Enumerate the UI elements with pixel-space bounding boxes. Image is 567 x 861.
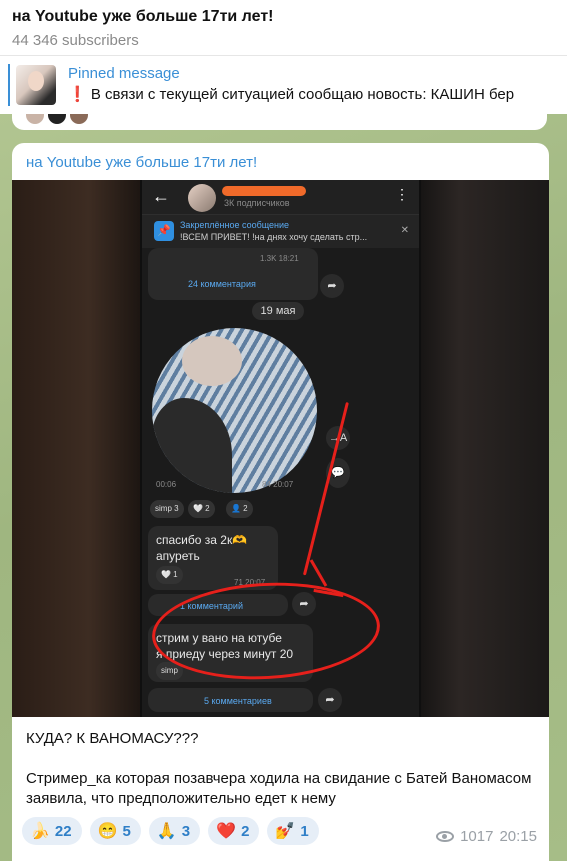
reaction-chip[interactable]: 🙏 3 (148, 817, 201, 845)
screenshot-comments: 5 комментариев (204, 696, 272, 706)
reaction-count: 2 (241, 822, 250, 840)
nail-polish-icon: 💅 (275, 823, 296, 840)
screenshot-pinned-text: !ВСЕМ ПРИВЕТ! !на днях хочу сделать стр.… (180, 232, 368, 242)
video-duration: 00:06 (156, 480, 177, 489)
video-meta: 84 20:07 (262, 480, 294, 489)
caption-line: КУДА? К ВАНОМАСУ??? (26, 730, 199, 747)
screenshot-bubble-line: спасибо за 2к🫶 (156, 533, 248, 547)
view-count: 1017 (460, 828, 494, 845)
channel-header[interactable]: на Youtube уже больше 17ти лет! 44 346 s… (0, 0, 567, 56)
pinned-text: В связи с текущей ситуацией сообщаю ново… (90, 86, 515, 103)
pinned-label: Pinned message (68, 65, 180, 82)
pinned-text-row: ❗ В связи с текущей ситуацией сообщаю но… (68, 84, 514, 106)
screenshot-comments: 24 комментария (188, 279, 256, 289)
image-blur-right (421, 180, 549, 717)
screenshot-date: 19 мая (252, 302, 304, 320)
reaction-chip[interactable]: 💅 1 (267, 817, 319, 845)
pinned-accent-bar (8, 64, 10, 106)
screenshot-topbar: ← 3К подписчиков ⋮ (142, 180, 419, 214)
post-caption: КУДА? К ВАНОМАСУ??? Стример_ка которая п… (26, 729, 536, 809)
previous-message-tail (12, 114, 547, 130)
pinned-thumbnail (16, 65, 56, 105)
reaction-count: 22 (54, 822, 72, 840)
channel-post[interactable]: на Youtube уже больше 17ти лет! ← 3К под… (12, 143, 549, 861)
share-icon: ➦ (320, 274, 344, 298)
back-arrow-icon: ← (152, 186, 170, 206)
screenshot-msg-meta: 1.3K 18:21 (260, 254, 299, 263)
more-icon: ⋮ (395, 186, 409, 202)
pinned-message-bar[interactable]: Pinned message ❗ В связи с текущей ситуа… (0, 56, 567, 114)
reactor-avatar (70, 114, 88, 124)
reaction-count: 1 (300, 822, 309, 840)
pray-icon: 🙏 (156, 823, 177, 840)
screenshot-reaction: 👤 2 (226, 500, 253, 518)
unpin-icon: ✕ (400, 225, 409, 236)
reactor-avatar (26, 114, 44, 124)
reaction-count: 3 (181, 822, 191, 840)
channel-title: на Youtube уже больше 17ти лет! (12, 8, 274, 25)
pin-icon: 📌 (154, 221, 174, 241)
screenshot-subtitle: 3К подписчиков (224, 198, 290, 208)
reaction-chip[interactable]: 😁 5 (89, 817, 141, 845)
subscriber-count: 44 346 subscribers (12, 32, 139, 49)
video-message (152, 328, 317, 493)
screenshot-bubble-line: апуреть (156, 549, 200, 563)
reactions-row: 🍌 22 😁 5 🙏 3 ❤️ 2 💅 1 (22, 817, 319, 845)
share-icon: ➦ (318, 688, 342, 712)
caption-line: Стример_ка которая позавчера ходила на с… (26, 770, 532, 807)
exclamation-icon: ❗ (68, 86, 87, 103)
grin-icon: 😁 (97, 823, 118, 840)
image-blur-left (12, 180, 140, 717)
post-time: 20:15 (499, 828, 537, 845)
screenshot-pinned-title: Закреплённое сообщение (180, 220, 290, 230)
heart-icon: ❤️ (216, 823, 237, 840)
avatar (188, 184, 216, 212)
post-image[interactable]: ← 3К подписчиков ⋮ 📌 Закреплённое сообще… (12, 180, 549, 717)
reaction-chip[interactable]: 🍌 22 (22, 817, 82, 845)
post-channel-name[interactable]: на Youtube уже больше 17ти лет! (26, 153, 257, 173)
banana-icon: 🍌 (30, 823, 50, 840)
eye-icon (436, 831, 455, 842)
reactor-avatar (48, 114, 66, 124)
screenshot-pinned-bar: 📌 Закреплённое сообщение !ВСЕМ ПРИВЕТ! !… (142, 214, 419, 248)
post-meta: 1017 20:15 (436, 828, 537, 845)
screenshot-reaction: 🤍 1 (156, 566, 183, 584)
screenshot-reaction: simp 3 (150, 500, 184, 518)
reaction-count: 5 (122, 822, 131, 840)
screenshot-reaction: 🤍 2 (188, 500, 215, 518)
redacted-name (222, 186, 306, 196)
reaction-chip[interactable]: ❤️ 2 (208, 817, 260, 845)
